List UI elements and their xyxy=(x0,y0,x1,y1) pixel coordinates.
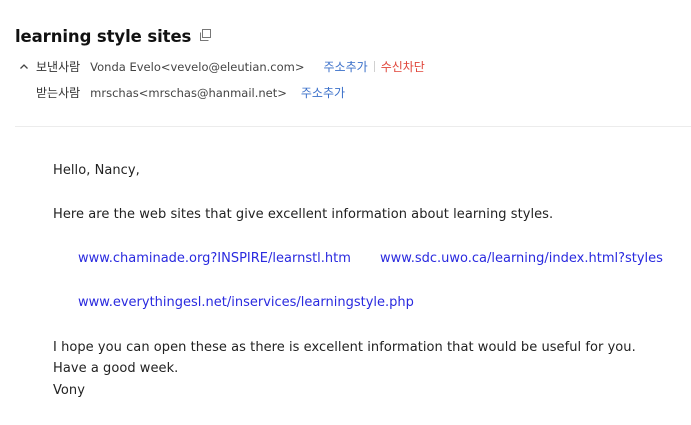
recipient-row: 받는사람 mrschas<mrschas@hanmail.net> 주소추가 xyxy=(18,84,345,101)
recipient-label: 받는사람 xyxy=(36,86,81,100)
chevron-up-icon[interactable] xyxy=(18,61,30,73)
greeting-text: Hello, Nancy, xyxy=(53,163,140,178)
block-sender-button[interactable]: 수신차단 xyxy=(381,58,425,75)
recipient-value[interactable]: mrschas<mrschas@hanmail.net> xyxy=(90,86,287,100)
intro-text: Here are the web sites that give excelle… xyxy=(53,207,554,222)
header-divider xyxy=(15,126,691,127)
link-everythingesl[interactable]: www.everythingesl.net/inservices/learnin… xyxy=(78,295,414,310)
add-recipient-address-button[interactable]: 주소추가 xyxy=(301,84,345,101)
sender-row: 보낸사람 Vonda Evelo<vevelo@eleutian.com> 주소… xyxy=(18,58,425,75)
divider-bar xyxy=(373,61,375,72)
sender-value[interactable]: Vonda Evelo<vevelo@eleutian.com> xyxy=(90,60,304,74)
copy-icon[interactable] xyxy=(199,27,212,41)
link-chaminade[interactable]: www.chaminade.org?INSPIRE/learnstl.htm xyxy=(78,251,351,266)
closing-line: Have a good week. xyxy=(53,361,179,376)
signature-text: Vony xyxy=(53,383,85,398)
add-sender-address-button[interactable]: 주소추가 xyxy=(324,58,368,75)
subject-row: learning style sites xyxy=(15,27,212,46)
link-sdc-uwo[interactable]: www.sdc.uwo.ca/learning/index.html?style… xyxy=(380,251,663,266)
mail-subject: learning style sites xyxy=(15,27,192,46)
closing-line: I hope you can open these as there is ex… xyxy=(53,340,636,355)
sender-label: 보낸사람 xyxy=(36,60,81,74)
